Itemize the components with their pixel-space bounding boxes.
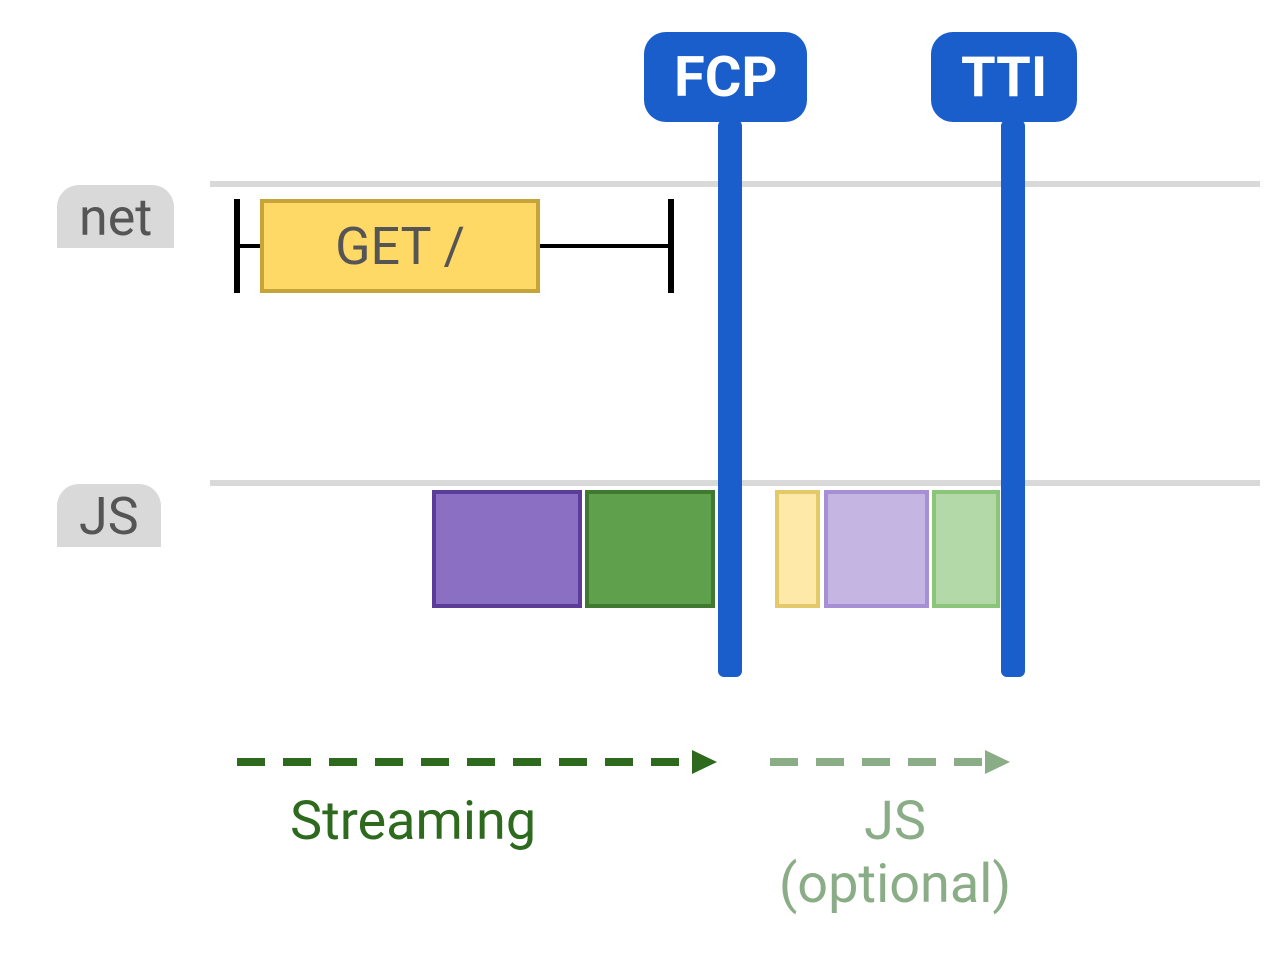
net-row-label: net (79, 187, 152, 248)
js-block-green-light (932, 490, 1000, 608)
fcp-marker-label: FCP (644, 32, 807, 122)
tti-marker-label: TTI (931, 32, 1077, 122)
js-row-tab: JS (57, 484, 161, 547)
js-optional-phase-label: JS (optional) (770, 790, 1020, 916)
js-block-green (585, 490, 715, 608)
streaming-phase-label: Streaming (290, 790, 536, 853)
js-block-purple-light (824, 490, 929, 608)
net-request-label: GET / (335, 216, 465, 277)
net-whisker-cap-left (234, 199, 240, 293)
js-optional-arrow (770, 742, 1010, 782)
js-block-purple (432, 490, 582, 608)
fcp-marker-line (718, 120, 742, 677)
net-whisker-cap-right (668, 199, 674, 293)
js-row-label: JS (79, 486, 139, 547)
streaming-arrow (237, 742, 717, 782)
timeline-diagram: net GET / JS FCP TTI Streaming JS (optio (0, 0, 1272, 974)
net-request-box: GET / (260, 199, 540, 293)
net-row-tab: net (57, 185, 174, 248)
js-block-yellow-light (775, 490, 820, 608)
tti-marker-line (1001, 120, 1025, 677)
